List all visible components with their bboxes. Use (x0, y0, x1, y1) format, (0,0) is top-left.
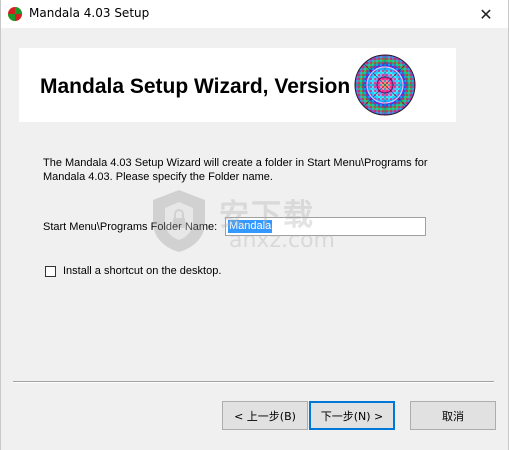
desktop-shortcut-checkbox[interactable] (45, 265, 56, 277)
mandala-logo-icon (354, 54, 416, 116)
window-title: Mandala 4.03 Setup (29, 6, 150, 20)
cancel-button[interactable]: 取消 (410, 401, 496, 430)
app-icon (8, 7, 22, 21)
wizard-description: The Mandala 4.03 Setup Wizard will creat… (43, 157, 428, 183)
desktop-shortcut-label: Install a shortcut on the desktop. (63, 265, 222, 277)
close-button[interactable]: ✕ (464, 0, 508, 28)
close-icon: ✕ (479, 4, 493, 24)
desktop-shortcut-option[interactable]: Install a shortcut on the desktop. (45, 265, 221, 277)
title-bar[interactable]: Mandala 4.03 Setup ✕ (1, 0, 508, 28)
setup-window: Mandala 4.03 Setup ✕ Mandala Setup Wizar… (0, 0, 509, 450)
banner-title: Mandala Setup Wizard, Version 4.X (40, 75, 388, 98)
folder-name-input[interactable]: Mandala (225, 217, 426, 236)
back-button[interactable]: < 上一步(B) (222, 401, 308, 430)
wizard-banner: Mandala Setup Wizard, Version 4.X (19, 48, 456, 122)
button-separator (13, 381, 494, 383)
next-button[interactable]: 下一步(N) > (309, 401, 395, 430)
folder-name-label: Start Menu\Programs Folder Name: (43, 221, 218, 233)
folder-name-value: Mandala (228, 220, 273, 233)
